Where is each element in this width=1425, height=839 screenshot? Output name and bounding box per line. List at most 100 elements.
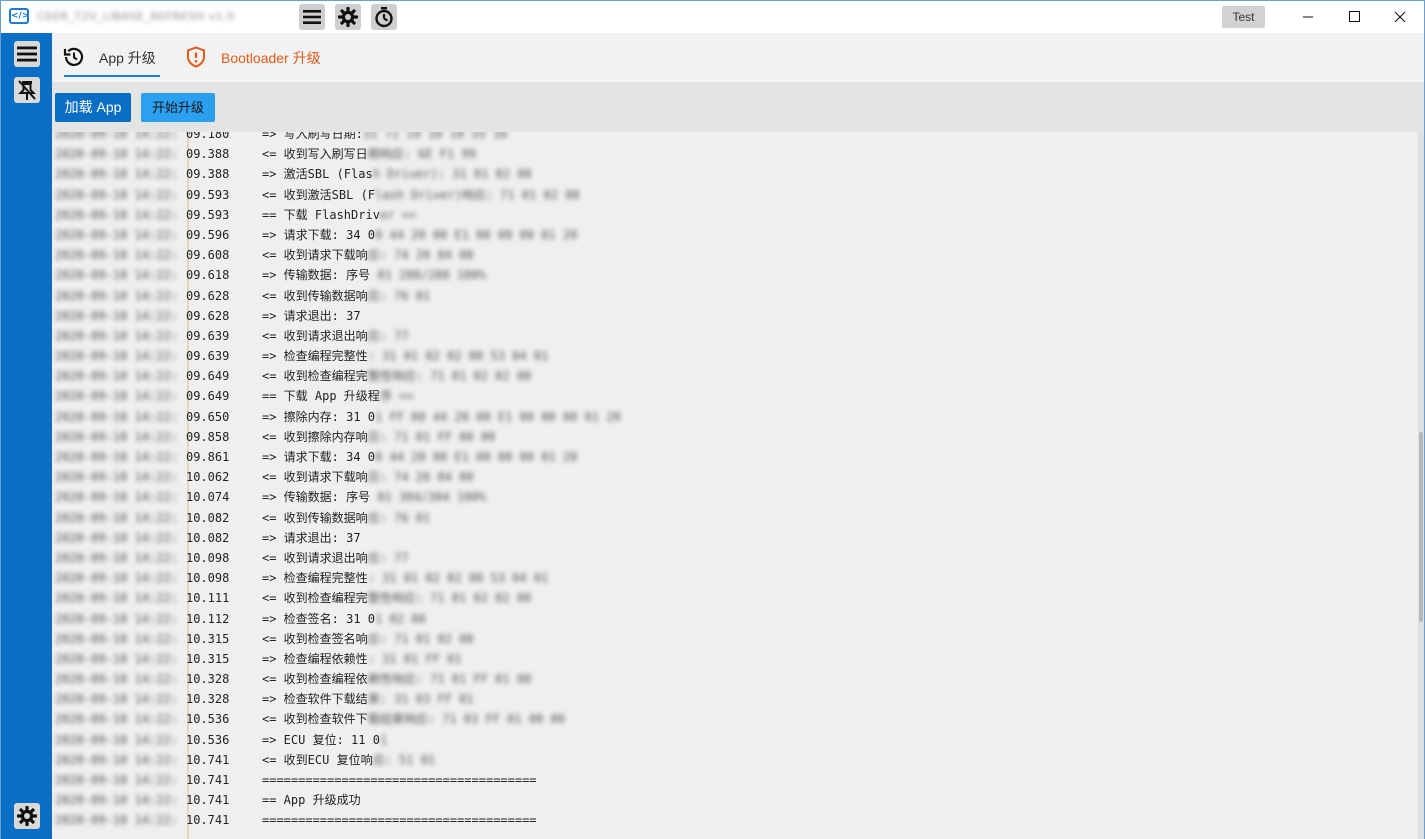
- log-line: 2020-09-10 14:22: 10.536 <= 收到检查软件下载结果响应: …: [52, 709, 1392, 729]
- log-message-redacted: 应: 76 01: [367, 510, 431, 525]
- log-line: 2020-09-10 14:22: 10.082 => 请求退出: 37: [52, 528, 1392, 548]
- log-message-redacted: : 31 01 FF 01: [367, 651, 462, 666]
- log-message-text: <= 收到检查编程完: [262, 591, 368, 606]
- log-line: 2020-09-10 14:22: 09.180 => 写入刷写日期:31 71 1…: [52, 132, 1392, 144]
- log-message: => 写入刷写日期:31 71 19 10 10 55 10: [262, 132, 507, 144]
- log-timestamp-prefix: 2020-09-10 14:22:: [55, 308, 178, 323]
- log-message-text: => 传输数据: 序号: [262, 268, 371, 283]
- log-message: <= 收到检查编程完整性响应: 71 01 02 02 00: [262, 366, 531, 386]
- log-message: == 下载 App 升级程序 ==: [262, 386, 414, 406]
- maximize-icon[interactable]: [1331, 1, 1377, 33]
- log-timestamp-prefix: 2020-09-10 14:22:: [55, 450, 178, 464]
- log-message-text: => 传输数据: 序号: [262, 490, 371, 505]
- log-message-text: <= 收到检查编程完: [262, 369, 368, 384]
- log-message: => 请求下载: 34 00 44 20 00 E1 00 00 00 01 2…: [262, 225, 577, 245]
- tab-label: App 升级: [99, 50, 156, 66]
- left-sidebar: [1, 33, 52, 839]
- log-message-redacted: 01 304/304 100%: [370, 490, 486, 505]
- stopwatch-icon[interactable]: [371, 4, 397, 30]
- log-timestamp: 10.062: [186, 470, 230, 485]
- log-message: => 擦除内存: 31 01 FF 00 44 20 00 E1 00 00 0…: [262, 407, 621, 427]
- log-message-text: => 写入刷写日期:: [262, 132, 363, 141]
- log-message: <= 收到擦除内存响应: 71 01 FF 00 00: [262, 427, 495, 447]
- log-message-redacted: 应: 51 01: [372, 752, 436, 767]
- log-line: 2020-09-10 14:22: 09.639 => 检查编程完整性: 31 01…: [52, 346, 1392, 366]
- log-timestamp-prefix: 2020-09-10 14:22:: [55, 591, 178, 606]
- log-message-redacted: 应: 76 01: [367, 288, 431, 303]
- log-message-redacted: 0 44 20 00 E1 00 00 00 01 20: [375, 450, 578, 464]
- gear-icon[interactable]: [335, 4, 361, 30]
- tab-strip: App 升级 Bootloader 升级: [52, 33, 1424, 82]
- log-timestamp: 10.741: [186, 813, 230, 828]
- log-timestamp: 09.639: [186, 349, 230, 364]
- log-message-text: <= 收到ECU 复位响: [262, 752, 373, 767]
- log-message: <= 收到请求退出响应: 77: [262, 326, 409, 346]
- log-message-redacted: 1: [379, 732, 388, 747]
- toolbar: 加载 App 开始升级: [52, 82, 1424, 132]
- log-message-redacted: 整性响应: 71 01 02 02 00: [367, 591, 532, 606]
- log-message-text: <= 收到检查软件下: [262, 712, 368, 727]
- log-line: 2020-09-10 14:22: 10.098 <= 收到请求退出响应: 77: [52, 548, 1392, 568]
- log-timestamp-prefix: 2020-09-10 14:22:: [55, 409, 178, 424]
- log-message: => 检查编程依赖性: 31 01 FF 01: [262, 649, 462, 669]
- start-upgrade-button[interactable]: 开始升级: [141, 93, 215, 122]
- window-title: CEER_T2V_LIBASE_REFRESH v1.0: [37, 10, 235, 23]
- log-message-redacted: 载结果响应: 71 03 FF 01 00 00: [367, 712, 565, 727]
- log-line: 2020-09-10 14:22: 09.858 <= 收到擦除内存响应: 71 0…: [52, 427, 1392, 447]
- log-timestamp: 09.608: [186, 248, 230, 263]
- gear-icon[interactable]: [14, 803, 40, 829]
- log-message: <= 收到检查软件下载结果响应: 71 03 FF 01 00 00: [262, 709, 565, 729]
- log-message-text: => 检查软件下载结: [262, 692, 368, 707]
- active-tab-indicator: [64, 75, 160, 77]
- log-timestamp-prefix: 2020-09-10 14:22:: [55, 752, 178, 767]
- log-timestamp: 10.328: [186, 692, 230, 707]
- test-button[interactable]: Test: [1222, 6, 1265, 28]
- log-output[interactable]: 2020-09-10 14:22: 09.180 => 写入刷写日期:31 71 1…: [52, 132, 1424, 839]
- title-bar: </> CEER_T2V_LIBASE_REFRESH v1.0 Test: [1, 1, 1424, 33]
- log-message-text: <= 收到请求退出响: [262, 550, 368, 565]
- log-timestamp-prefix: 2020-09-10 14:22:: [55, 147, 178, 162]
- log-timestamp: 09.388: [186, 147, 230, 162]
- minimize-icon[interactable]: [1285, 1, 1331, 33]
- hamburger-menu-icon[interactable]: [14, 41, 40, 67]
- log-timestamp: 10.098: [186, 550, 230, 565]
- tab-bootloader-upgrade[interactable]: Bootloader 升级: [184, 33, 344, 82]
- log-message: ======================================: [262, 810, 537, 830]
- scroll-thumb[interactable]: [1419, 432, 1423, 622]
- log-line: 2020-09-10 14:22: 10.741 =================…: [52, 810, 1392, 830]
- log-message-text: <= 收到传输数据响: [262, 510, 368, 525]
- log-message-text: <= 收到检查编程依: [262, 672, 368, 687]
- tab-label: Bootloader 升级: [221, 50, 321, 66]
- log-message-text: => 检查编程依赖性: [262, 651, 368, 666]
- unpin-icon[interactable]: [14, 77, 40, 103]
- log-scrollbar[interactable]: [1418, 132, 1424, 839]
- log-timestamp: 10.741: [186, 752, 230, 767]
- log-message-redacted: 1 02 00: [375, 611, 426, 626]
- log-message: => 传输数据: 序号 01 288/288 100%: [262, 265, 486, 285]
- log-timestamp: 09.650: [186, 409, 230, 424]
- log-lines: 2020-09-10 14:22: 09.180 => 写入刷写日期:31 71 1…: [52, 132, 1392, 831]
- log-message-redacted: 0 44 20 00 E1 00 00 00 01 20: [375, 227, 578, 242]
- log-message-text: => 请求下载: 34 0: [262, 450, 376, 464]
- load-app-button[interactable]: 加载 App: [55, 93, 131, 122]
- log-timestamp: 10.082: [186, 510, 230, 525]
- log-timestamp-prefix: 2020-09-10 14:22:: [55, 227, 178, 242]
- log-line: 2020-09-10 14:22: 09.649 <= 收到检查编程完整性响应: 7…: [52, 366, 1392, 386]
- log-timestamp: 10.328: [186, 672, 230, 687]
- log-line: 2020-09-10 14:22: 09.639 <= 收到请求退出响应: 77: [52, 326, 1392, 346]
- log-timestamp: 09.861: [186, 450, 230, 464]
- log-message: <= 收到传输数据响应: 76 01: [262, 286, 430, 306]
- log-line: 2020-09-10 14:22: 10.315 => 检查编程依赖性: 31 01…: [52, 649, 1392, 669]
- log-message: <= 收到检查签名响应: 71 01 02 00: [262, 629, 474, 649]
- tab-app-upgrade[interactable]: App 升级: [62, 33, 162, 82]
- log-line: 2020-09-10 14:22: 09.618 => 传输数据: 序号 01 28…: [52, 265, 1392, 285]
- log-message: <= 收到写入刷写日期响应: 6E F1 99: [262, 144, 476, 164]
- log-timestamp: 09.180: [186, 132, 230, 141]
- hamburger-menu-icon[interactable]: [299, 4, 325, 30]
- close-icon[interactable]: [1377, 1, 1423, 33]
- log-message-redacted: 序 ==: [379, 389, 414, 404]
- log-line: 2020-09-10 14:22: 09.608 <= 收到请求下载响应: 74 2…: [52, 245, 1392, 265]
- log-timestamp-prefix: 2020-09-10 14:22:: [55, 207, 178, 222]
- log-message-text: ======================================: [262, 773, 537, 787]
- log-timestamp-prefix: 2020-09-10 14:22:: [55, 268, 178, 283]
